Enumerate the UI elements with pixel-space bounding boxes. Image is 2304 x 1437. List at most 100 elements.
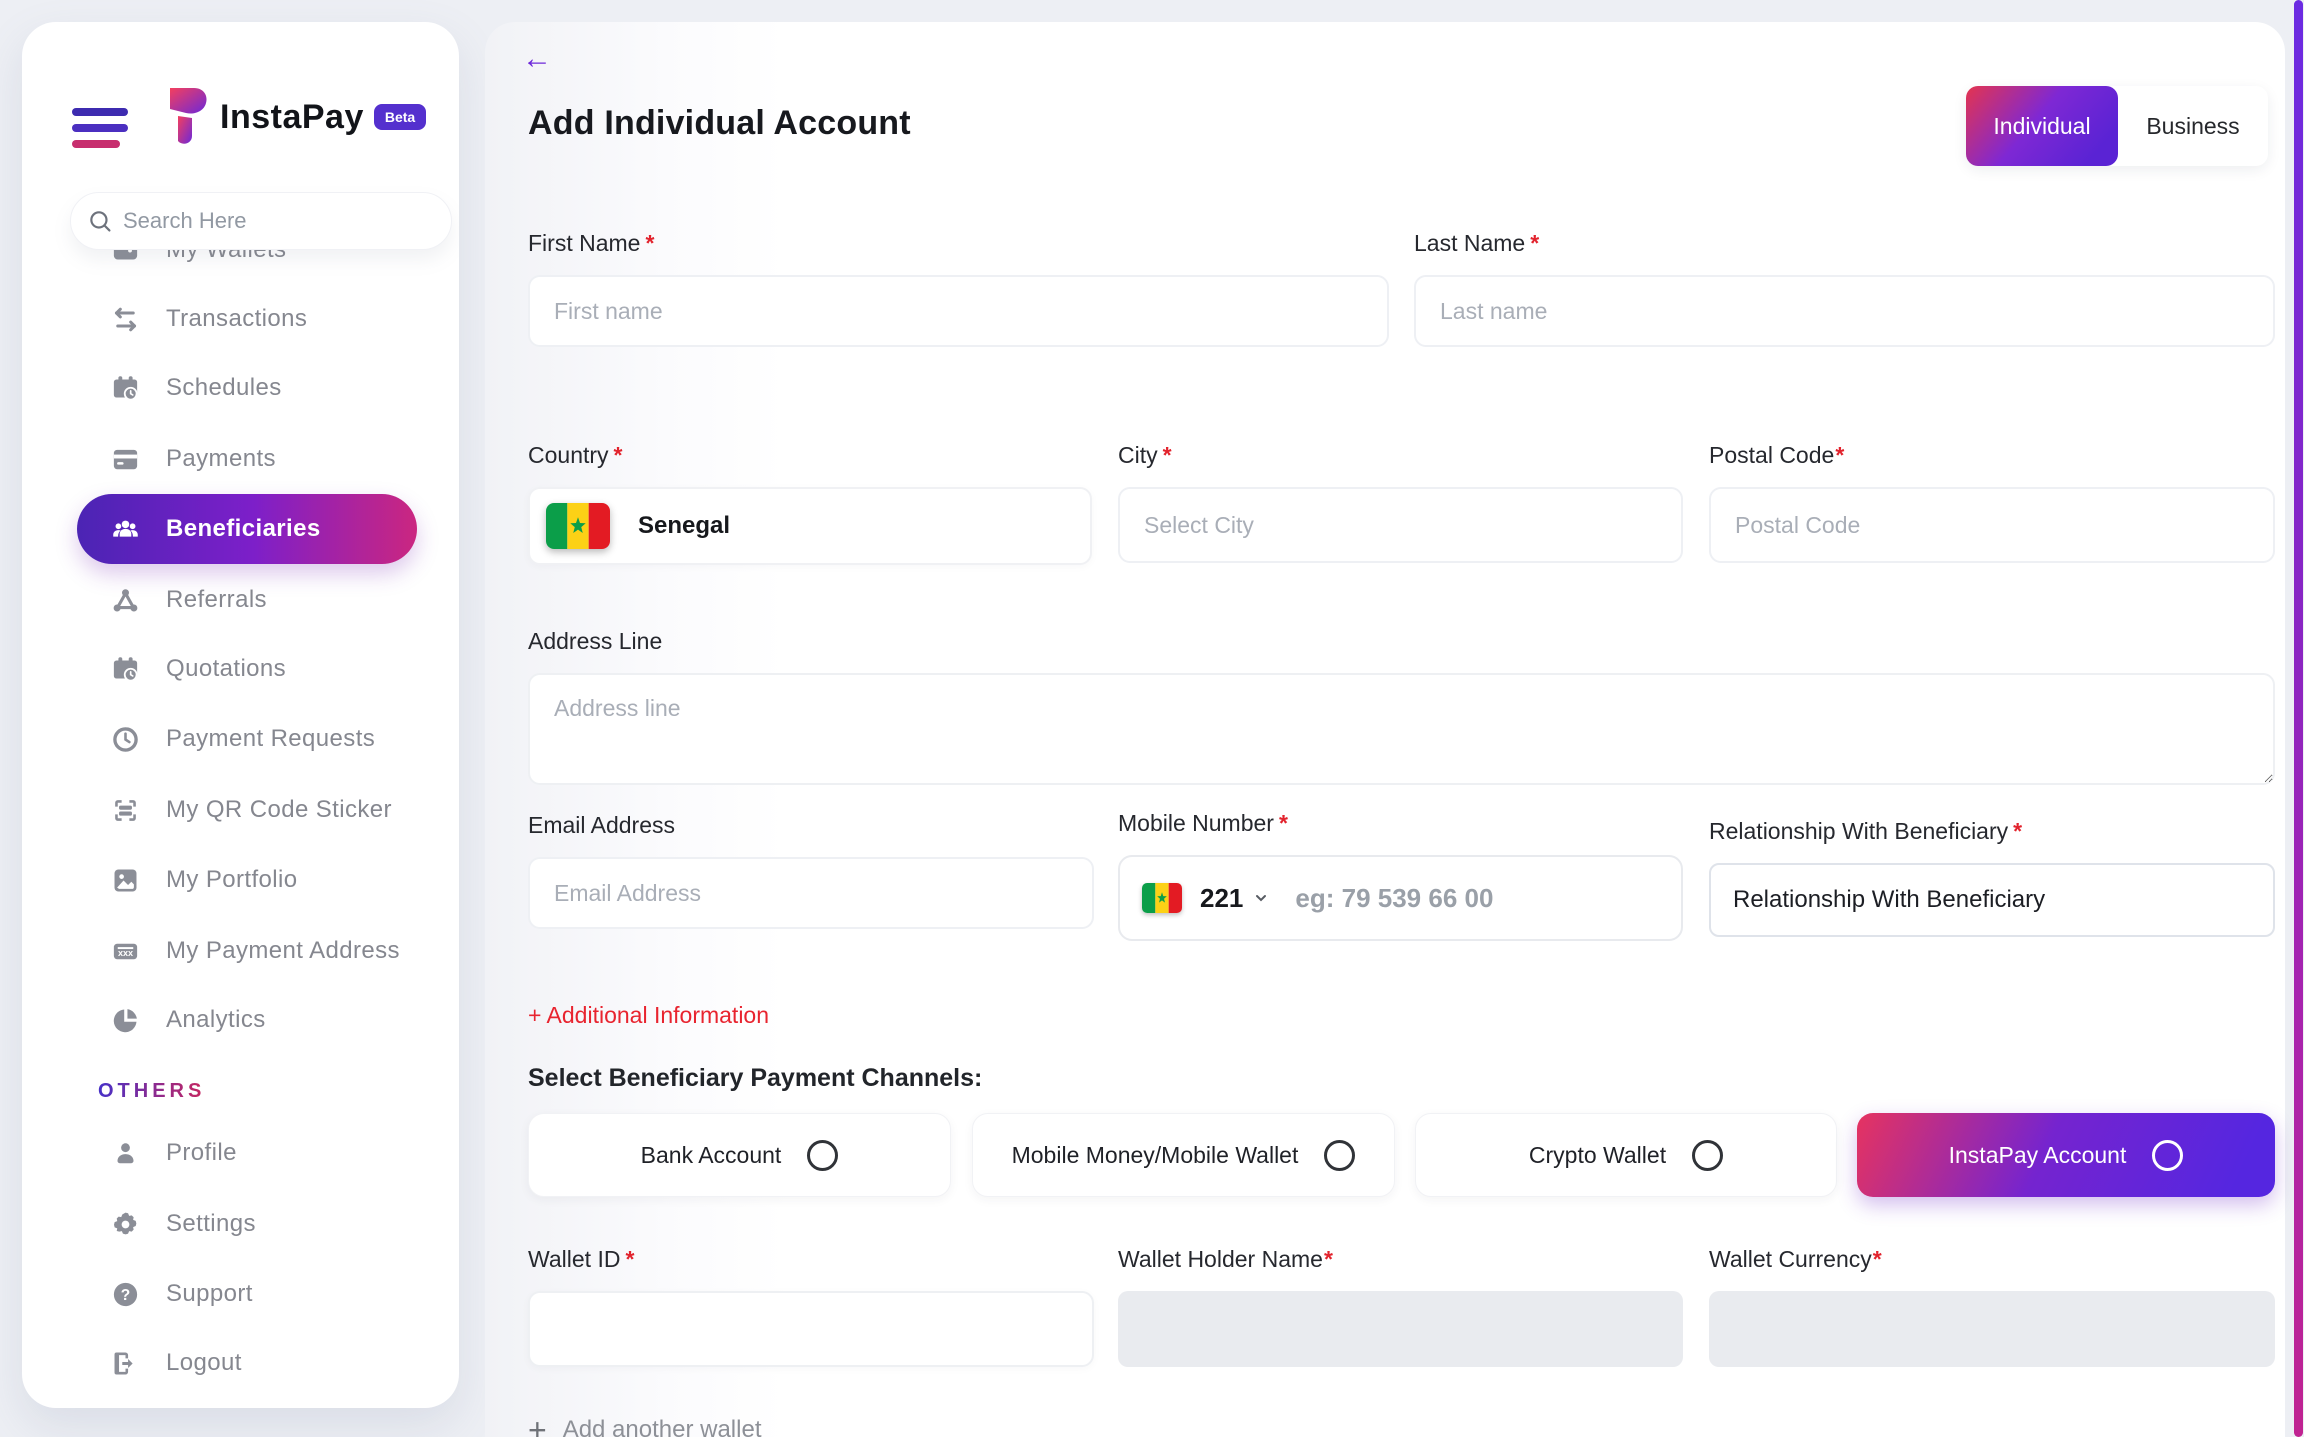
address-field: Address Line [528,628,2275,790]
city-field: City* [1118,442,1683,563]
sidebar-item-label: Beneficiaries [166,515,321,543]
payment-address-icon: xxx [108,934,142,968]
sidebar-item-profile[interactable]: Profile [70,1129,430,1177]
others-section-label: OTHERS [98,1080,205,1103]
dial-code[interactable]: 221 [1200,883,1243,914]
radio-unselected-icon[interactable] [1324,1140,1355,1171]
mobile-number-input[interactable] [1295,883,1659,914]
last-name-input[interactable] [1414,275,2275,347]
city-input[interactable] [1118,487,1683,563]
add-another-wallet-link[interactable]: + Add another wallet [528,1414,761,1437]
required-asterisk: * [1873,1246,1882,1272]
account-type-toggle: Individual Business [1966,86,2268,166]
beta-badge: Beta [374,104,426,130]
calendar-clock-icon [108,371,142,405]
country-select[interactable]: Senegal [528,487,1092,565]
first-name-input[interactable] [528,275,1389,347]
wallet-holder-name-label: Wallet Holder Name [1118,1246,1323,1272]
clock-icon [108,722,142,756]
page-title: Add Individual Account [528,104,911,143]
back-arrow-icon[interactable]: ← [522,44,552,74]
sidebar-item-support[interactable]: ? Support [70,1270,430,1318]
transfer-arrows-icon [108,302,142,336]
sidebar-item-transactions[interactable]: Transactions [70,295,430,343]
svg-text:xxx: xxx [117,948,132,958]
credit-card-icon [108,442,142,476]
sidebar-item-beneficiaries[interactable]: Beneficiaries [77,494,417,564]
sidebar-item-logout[interactable]: Logout [70,1339,430,1387]
wallet-holder-name-field: Wallet Holder Name* [1118,1246,1683,1367]
required-asterisk: * [1163,442,1172,468]
sidebar-item-settings[interactable]: Settings [70,1200,430,1248]
postal-code-field: Postal Code* [1709,442,2275,563]
app-logo[interactable]: InstaPay Beta [164,86,426,148]
sidebar-item-label: Analytics [166,1006,266,1034]
email-label: Email Address [528,812,1094,839]
sidebar-item-analytics[interactable]: Analytics [70,996,430,1044]
sidebar-search[interactable] [70,192,452,250]
required-asterisk: * [1835,442,1844,468]
wallet-currency-label: Wallet Currency [1709,1246,1872,1272]
pie-chart-icon [108,1003,142,1037]
plus-icon: + [528,1414,547,1437]
question-circle-icon: ? [108,1277,142,1311]
sidebar-item-label: Payments [166,445,276,473]
business-tab[interactable]: Business [2118,86,2268,166]
wallet-id-input[interactable] [528,1291,1094,1367]
sidebar-item-label: Referrals [166,586,267,614]
sidebar-item-label: My Payment Address [166,937,400,965]
mobile-number-group: 221 [1118,855,1683,941]
postal-code-label: Postal Code [1709,442,1834,468]
channel-mobile-money[interactable]: Mobile Money/Mobile Wallet [972,1113,1395,1197]
channel-bank-account[interactable]: Bank Account [528,1113,951,1197]
gear-icon [108,1207,142,1241]
first-name-field: First Name* [528,230,1389,347]
sidebar-item-label: Logout [166,1349,242,1377]
channel-label: Mobile Money/Mobile Wallet [1012,1142,1299,1169]
svg-text:?: ? [120,1287,129,1304]
sidebar-item-label: Quotations [166,655,286,683]
page-scrollbar[interactable] [2294,0,2303,1437]
individual-tab[interactable]: Individual [1966,86,2118,166]
payment-channels-heading: Select Beneficiary Payment Channels: [528,1064,982,1093]
last-name-field: Last Name* [1414,230,2275,347]
channel-crypto-wallet[interactable]: Crypto Wallet [1415,1113,1837,1197]
radio-selected-icon[interactable] [2152,1140,2183,1171]
sidebar-item-my-qr-code-sticker[interactable]: My QR Code Sticker [70,786,430,834]
referral-network-icon [108,583,142,617]
sidebar-item-referrals[interactable]: Referrals [70,576,430,624]
address-label: Address Line [528,628,2275,655]
postal-code-input[interactable] [1709,487,2275,563]
relationship-select[interactable]: Relationship With Beneficiary [1709,863,2275,937]
sidebar-item-payment-requests[interactable]: Payment Requests [70,715,430,763]
senegal-flag-icon [1142,883,1182,913]
country-value: Senegal [638,512,730,540]
sidebar-item-schedules[interactable]: Schedules [70,364,430,412]
sidebar-item-quotations[interactable]: Quotations [70,645,430,693]
email-input[interactable] [528,857,1094,929]
radio-unselected-icon[interactable] [807,1140,838,1171]
senegal-flag-icon [546,503,610,549]
relationship-field: Relationship With Beneficiary* Relations… [1709,818,2275,937]
sidebar-item-label: Settings [166,1210,256,1238]
sidebar-item-payments[interactable]: Payments [70,435,430,483]
sidebar-item-my-portfolio[interactable]: My Portfolio [70,856,430,904]
hamburger-menu-icon[interactable] [72,108,128,148]
search-input[interactable] [123,208,435,234]
required-asterisk: * [614,442,623,468]
wallet-currency-input-disabled [1709,1291,2275,1367]
chevron-down-icon[interactable] [1253,890,1269,906]
channel-label: InstaPay Account [1949,1142,2127,1169]
first-name-label: First Name [528,230,640,256]
sidebar-item-label: Profile [166,1139,237,1167]
radio-unselected-icon[interactable] [1692,1140,1723,1171]
instapay-logo-icon [164,86,208,148]
mobile-number-label: Mobile Number [1118,810,1274,836]
channel-instapay-account[interactable]: InstaPay Account [1857,1113,2275,1197]
address-textarea[interactable] [528,673,2275,785]
sidebar-item-my-payment-address[interactable]: xxx My Payment Address [70,927,430,975]
required-asterisk: * [1530,230,1539,256]
additional-information-link[interactable]: + Additional Information [528,1002,769,1029]
wallet-id-field: Wallet ID* [528,1246,1094,1367]
sidebar-item-label: My Portfolio [166,866,298,894]
